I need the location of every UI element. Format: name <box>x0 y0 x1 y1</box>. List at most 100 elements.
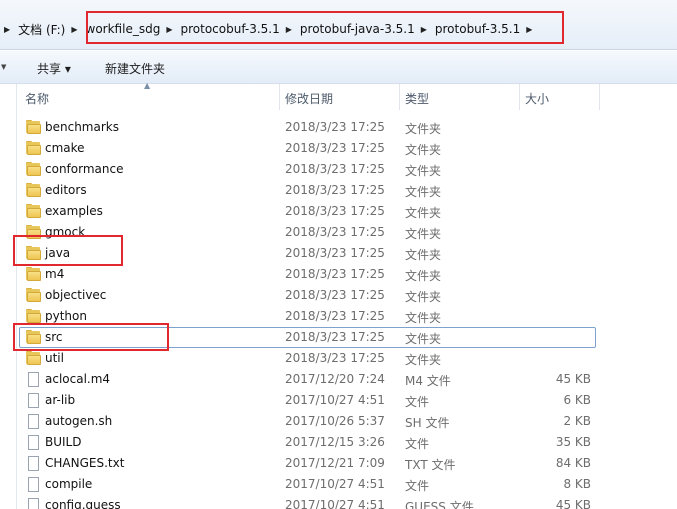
file-modified-date: 2017/12/20 7:24 <box>285 372 385 386</box>
new-folder-button[interactable]: 新建文件夹 <box>105 60 165 77</box>
file-type: 文件夹 <box>405 227 442 241</box>
file-name[interactable]: editors <box>45 183 87 197</box>
file-row-conformance[interactable]: conformance 2018/3/23 17:25 文件夹 <box>17 159 677 180</box>
file-name[interactable]: ar-lib <box>45 393 75 407</box>
file-size: 45 KB <box>555 498 591 509</box>
folder-icon <box>26 162 42 177</box>
file-type: 文件夹 <box>405 164 442 178</box>
chevron-down-icon[interactable]: ▼ <box>1 63 6 71</box>
file-type: 文件夹 <box>405 353 442 367</box>
column-name-header[interactable]: 名称 <box>25 90 49 107</box>
file-type: 文件夹 <box>405 143 442 157</box>
file-type: TXT 文件 <box>405 458 456 472</box>
file-modified-date: 2018/3/23 17:25 <box>285 288 385 302</box>
file-name[interactable]: python <box>45 309 87 323</box>
file-name[interactable]: compile <box>45 477 92 491</box>
file-modified-date: 2018/3/23 17:25 <box>285 204 385 218</box>
file-type: 文件夹 <box>405 269 442 283</box>
file-modified-date: 2018/3/23 17:25 <box>285 351 385 365</box>
file-row-editors[interactable]: editors 2018/3/23 17:25 文件夹 <box>17 180 677 201</box>
file-name[interactable]: autogen.sh <box>45 414 112 428</box>
file-modified-date: 2018/3/23 17:25 <box>285 141 385 155</box>
file-icon <box>26 393 42 408</box>
file-list: ▲ 名称 修改日期 类型 大小 benchmarks 2018/3/23 17:2… <box>16 81 677 509</box>
file-row-examples[interactable]: examples 2018/3/23 17:25 文件夹 <box>17 201 677 222</box>
file-type: M4 文件 <box>405 374 451 388</box>
file-icon <box>26 435 42 450</box>
column-type-header[interactable]: 类型 <box>405 90 429 107</box>
file-row-benchmarks[interactable]: benchmarks 2018/3/23 17:25 文件夹 <box>17 117 677 138</box>
file-modified-date: 2018/3/23 17:25 <box>285 267 385 281</box>
file-type: 文件夹 <box>405 248 442 262</box>
file-row-ar-lib[interactable]: ar-lib 2017/10/27 4:51 文件 6 KB <box>17 390 677 411</box>
toolbar: ▼ 共享 ▾ 新建文件夹 <box>0 51 677 84</box>
file-modified-date: 2018/3/23 17:25 <box>285 330 385 344</box>
file-row-objectivec[interactable]: objectivec 2018/3/23 17:25 文件夹 <box>17 285 677 306</box>
share-button[interactable]: 共享 ▾ <box>37 60 71 77</box>
file-modified-date: 2017/10/27 4:51 <box>285 393 385 407</box>
file-name[interactable]: CHANGES.txt <box>45 456 124 470</box>
file-modified-date: 2018/3/23 17:25 <box>285 309 385 323</box>
file-type: 文件夹 <box>405 185 442 199</box>
file-name[interactable]: examples <box>45 204 103 218</box>
file-type: GUESS 文件 <box>405 500 474 509</box>
folder-icon <box>26 204 42 219</box>
file-name[interactable]: BUILD <box>45 435 81 449</box>
file-modified-date: 2017/12/15 3:26 <box>285 435 385 449</box>
annotation-box-path <box>86 11 564 44</box>
file-type: 文件夹 <box>405 290 442 304</box>
folder-icon <box>26 120 42 135</box>
annotation-box-src <box>13 323 169 351</box>
file-type: 文件夹 <box>405 311 442 325</box>
file-size: 45 KB <box>555 372 591 386</box>
column-date-header[interactable]: 修改日期 <box>285 90 333 107</box>
file-modified-date: 2018/3/23 17:25 <box>285 246 385 260</box>
file-type: 文件 <box>405 479 430 493</box>
file-row-aclocal-m4[interactable]: aclocal.m4 2017/12/20 7:24 M4 文件 45 KB <box>17 369 677 390</box>
file-icon <box>26 414 42 429</box>
file-icon <box>26 456 42 471</box>
file-name[interactable]: aclocal.m4 <box>45 372 110 386</box>
file-row-m4[interactable]: m4 2018/3/23 17:25 文件夹 <box>17 264 677 285</box>
file-row-autogen-sh[interactable]: autogen.sh 2017/10/26 5:37 SH 文件 2 KB <box>17 411 677 432</box>
folder-icon <box>26 351 42 366</box>
file-size: 2 KB <box>563 414 591 428</box>
file-row-config-guess[interactable]: config.guess 2017/10/27 4:51 GUESS 文件 45 KB <box>17 495 677 509</box>
file-size: 6 KB <box>563 393 591 407</box>
folder-icon <box>26 141 42 156</box>
file-row-changes-txt[interactable]: CHANGES.txt 2017/12/21 7:09 TXT 文件 84 KB <box>17 453 677 474</box>
file-row-cmake[interactable]: cmake 2018/3/23 17:25 文件夹 <box>17 138 677 159</box>
chevron-right-icon[interactable]: ▶ <box>65 25 85 34</box>
breadcrumb-root[interactable]: ▶ 文档 (F:) <box>0 18 65 40</box>
file-modified-date: 2017/12/21 7:09 <box>285 456 385 470</box>
file-name[interactable]: objectivec <box>45 288 106 302</box>
file-name[interactable]: util <box>45 351 64 365</box>
file-modified-date: 2018/3/23 17:25 <box>285 183 385 197</box>
column-divider[interactable] <box>399 84 400 110</box>
file-modified-date: 2018/3/23 17:25 <box>285 225 385 239</box>
file-name[interactable]: cmake <box>45 141 85 155</box>
file-size: 84 KB <box>555 456 591 470</box>
file-row-compile[interactable]: compile 2017/10/27 4:51 文件 8 KB <box>17 474 677 495</box>
folder-icon <box>26 288 42 303</box>
file-modified-date: 2017/10/26 5:37 <box>285 414 385 428</box>
breadcrumb-item-drive[interactable]: 文档 (F:) <box>18 21 65 38</box>
file-name[interactable]: conformance <box>45 162 123 176</box>
file-name[interactable]: m4 <box>45 267 64 281</box>
column-divider[interactable] <box>519 84 520 110</box>
annotation-box-java <box>13 235 123 266</box>
sort-ascending-icon: ▲ <box>144 81 151 90</box>
file-name[interactable]: benchmarks <box>45 120 119 134</box>
file-type: 文件 <box>405 437 430 451</box>
file-row-build[interactable]: BUILD 2017/12/15 3:26 文件 35 KB <box>17 432 677 453</box>
column-divider[interactable] <box>279 84 280 110</box>
file-icon <box>26 477 42 492</box>
column-divider[interactable] <box>599 84 600 110</box>
file-row-util[interactable]: util 2018/3/23 17:25 文件夹 <box>17 348 677 369</box>
file-type: 文件夹 <box>405 332 442 346</box>
column-size-header[interactable]: 大小 <box>525 90 549 107</box>
chevron-right-icon[interactable]: ▶ <box>0 25 18 34</box>
file-name[interactable]: config.guess <box>45 498 121 509</box>
file-modified-date: 2017/10/27 4:51 <box>285 498 385 509</box>
file-type: 文件夹 <box>405 206 442 220</box>
